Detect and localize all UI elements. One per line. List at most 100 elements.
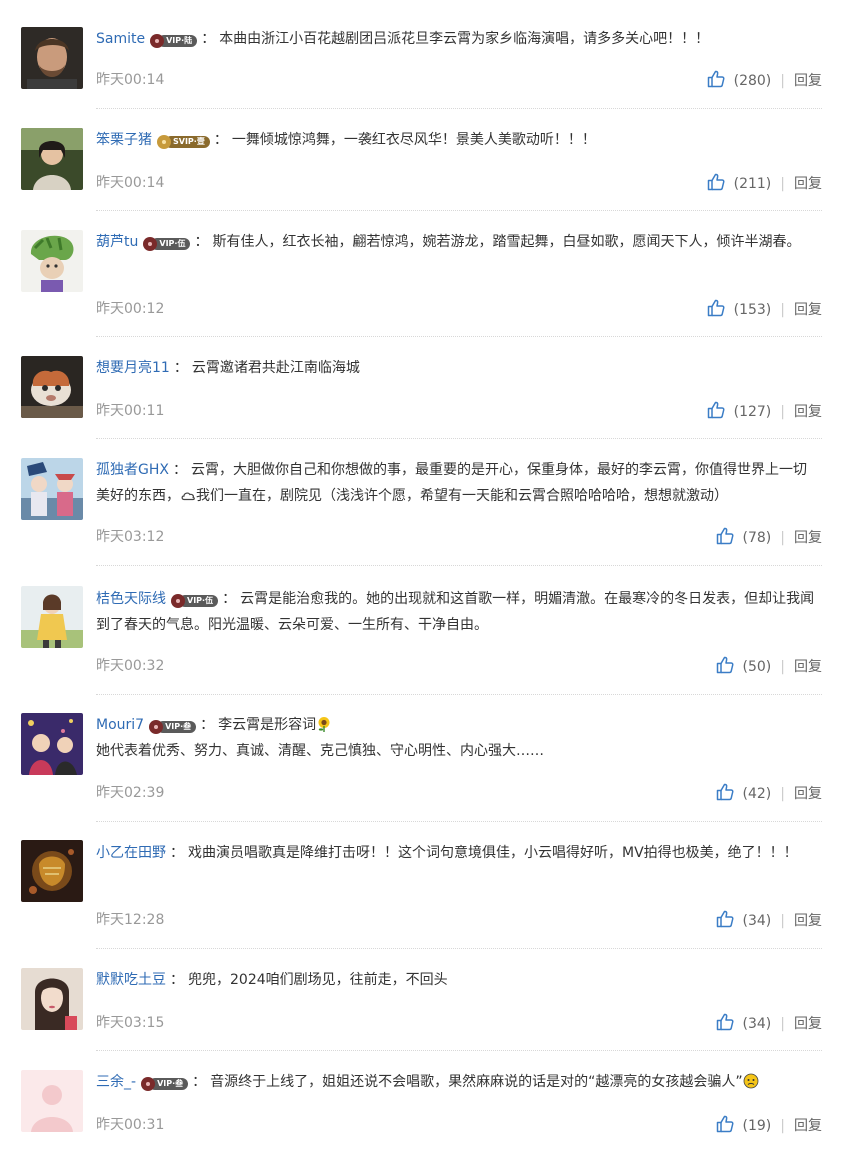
username[interactable]: 默默吃土豆 bbox=[96, 972, 166, 988]
thumbs-up-icon[interactable] bbox=[715, 782, 735, 802]
reply-button[interactable]: 回复 bbox=[794, 659, 822, 675]
like-count: (34) bbox=[742, 1016, 772, 1032]
thumbs-up-icon[interactable] bbox=[715, 909, 735, 929]
comment-time: 昨天02:39 bbox=[96, 785, 165, 801]
vinyl-badge-icon bbox=[149, 720, 164, 734]
comment-time: 昨天00:11 bbox=[96, 403, 165, 419]
like-count: (42) bbox=[742, 786, 772, 802]
comment-text: 本曲由浙江小百花越剧团吕派花旦李云霄为家乡临海演唱，请多多关心吧！！！ bbox=[219, 31, 710, 47]
cloud-icon bbox=[181, 492, 195, 501]
like-count: (50) bbox=[742, 659, 772, 675]
username[interactable]: 小乙在田野 bbox=[96, 845, 166, 861]
avatar[interactable] bbox=[21, 230, 83, 292]
like-count: (19) bbox=[742, 1118, 772, 1134]
comment-actions: (50) | 回复 bbox=[715, 655, 822, 677]
thumbs-up-icon[interactable] bbox=[715, 1114, 735, 1134]
username[interactable]: Samite bbox=[96, 31, 145, 47]
avatar[interactable] bbox=[21, 840, 83, 902]
comment-actions: (280) | 回复 bbox=[706, 69, 822, 91]
action-separator: | bbox=[780, 302, 785, 318]
colon-separator: ： bbox=[222, 591, 237, 607]
divider bbox=[96, 821, 822, 822]
divider bbox=[96, 694, 822, 695]
divider bbox=[96, 210, 822, 211]
avatar[interactable] bbox=[21, 968, 83, 1030]
thumbs-up-icon[interactable] bbox=[715, 1012, 735, 1032]
vinyl-badge-icon bbox=[150, 34, 165, 48]
reply-button[interactable]: 回复 bbox=[794, 913, 822, 929]
action-separator: | bbox=[780, 786, 785, 802]
vip-badge: VIP·伍 bbox=[171, 594, 219, 608]
username[interactable]: Mouri7 bbox=[96, 717, 144, 733]
comment-time: 昨天00:12 bbox=[96, 301, 165, 317]
comment-text: 李云霄是形容词 bbox=[218, 717, 317, 733]
reply-button[interactable]: 回复 bbox=[794, 176, 822, 192]
thumbs-up-icon[interactable] bbox=[706, 298, 726, 318]
reply-button[interactable]: 回复 bbox=[794, 404, 822, 420]
reply-button[interactable]: 回复 bbox=[794, 1118, 822, 1134]
colon-separator: ： bbox=[170, 845, 184, 861]
divider bbox=[96, 1050, 822, 1051]
action-separator: | bbox=[780, 530, 785, 546]
reply-button[interactable]: 回复 bbox=[794, 786, 822, 802]
comment-text-continued: 我们一直在，剧院见（浅浅许个愿，希望有一天能和云霄合照哈哈哈哈，想想就激动） bbox=[196, 488, 728, 504]
colon-separator: ： bbox=[170, 972, 184, 988]
action-separator: | bbox=[780, 913, 785, 929]
action-separator: | bbox=[780, 176, 785, 192]
avatar[interactable] bbox=[21, 27, 83, 89]
comment-text: 戏曲演员唱歌真是降维打击呀！！这个词句意境俱佳，小云唱得好听，MV拍得也极美，绝… bbox=[188, 845, 798, 861]
comment-time: 昨天00:32 bbox=[96, 658, 165, 674]
avatar[interactable] bbox=[21, 586, 83, 648]
colon-separator: ： bbox=[194, 234, 209, 250]
comment-actions: (211) | 回复 bbox=[706, 172, 822, 194]
username[interactable]: 笨栗子猪 bbox=[96, 132, 152, 148]
avatar[interactable] bbox=[21, 356, 83, 418]
reply-button[interactable]: 回复 bbox=[794, 530, 822, 546]
avatar[interactable] bbox=[21, 1070, 83, 1132]
like-count: (211) bbox=[733, 176, 772, 192]
username[interactable]: 孤独者GHX bbox=[96, 462, 169, 478]
comment-actions: (19) | 回复 bbox=[715, 1114, 822, 1136]
vip-badge: VIP·伍 bbox=[143, 237, 191, 251]
comment-actions: (127) | 回复 bbox=[706, 400, 822, 422]
comment-time: 昨天00:14 bbox=[96, 72, 165, 88]
comment-time: 昨天12:28 bbox=[96, 912, 165, 928]
action-separator: | bbox=[780, 659, 785, 675]
action-separator: | bbox=[780, 404, 785, 420]
thumbs-up-icon[interactable] bbox=[706, 400, 726, 420]
colon-separator: ： bbox=[192, 1074, 207, 1090]
reply-button[interactable]: 回复 bbox=[794, 302, 822, 318]
like-count: (153) bbox=[733, 302, 772, 318]
pouting-face-emoji bbox=[743, 1073, 759, 1089]
username[interactable]: 桔色天际线 bbox=[96, 591, 166, 607]
comment-time: 昨天03:12 bbox=[96, 529, 165, 545]
comment-time: 昨天00:31 bbox=[96, 1117, 165, 1133]
username[interactable]: 三余_- bbox=[96, 1074, 136, 1090]
divider bbox=[96, 948, 822, 949]
avatar[interactable] bbox=[21, 128, 83, 190]
thumbs-up-icon[interactable] bbox=[715, 655, 735, 675]
comment-actions: (153) | 回复 bbox=[706, 298, 822, 320]
comment-text-line2: 她代表着优秀、努力、真诚、清醒、克己慎独、守心明性、内心强大…… bbox=[96, 743, 544, 759]
colon-separator: ： bbox=[173, 360, 188, 376]
avatar[interactable] bbox=[21, 458, 83, 520]
divider bbox=[96, 336, 822, 337]
like-count: (34) bbox=[742, 913, 772, 929]
action-separator: | bbox=[780, 1118, 785, 1134]
username[interactable]: 葫芦tu bbox=[96, 234, 138, 250]
thumbs-up-icon[interactable] bbox=[706, 69, 726, 89]
comment-text: 音源终于上线了，姐姐还说不会唱歌，果然麻麻说的话是对的“越漂亮的女孩越会骗人” bbox=[210, 1074, 743, 1090]
colon-separator: ： bbox=[200, 717, 215, 733]
vinyl-badge-icon bbox=[141, 1077, 156, 1091]
username[interactable]: 想要月亮11 bbox=[96, 360, 170, 376]
comment-text: 一舞倾城惊鸿舞，一袭红衣尽风华！景美人美歌动听！！！ bbox=[231, 132, 596, 148]
thumbs-up-icon[interactable] bbox=[715, 526, 735, 546]
reply-button[interactable]: 回复 bbox=[794, 73, 822, 89]
sunflower-emoji bbox=[318, 717, 330, 732]
divider bbox=[96, 565, 822, 566]
reply-button[interactable]: 回复 bbox=[794, 1016, 822, 1032]
comment-text: 云霄邀诸君共赴江南临海城 bbox=[191, 360, 360, 376]
avatar[interactable] bbox=[21, 713, 83, 775]
like-count: (280) bbox=[733, 73, 772, 89]
thumbs-up-icon[interactable] bbox=[706, 172, 726, 192]
